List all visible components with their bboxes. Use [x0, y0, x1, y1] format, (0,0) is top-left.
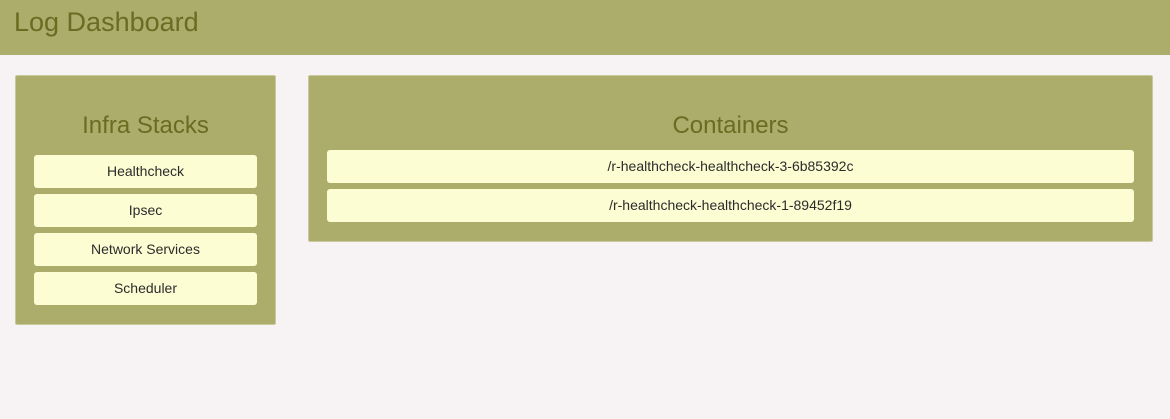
infra-stacks-title: Infra Stacks	[82, 112, 209, 139]
container-item[interactable]: /r-healthcheck-healthcheck-3-6b85392c	[327, 150, 1134, 183]
stack-item-scheduler[interactable]: Scheduler	[34, 272, 257, 305]
infra-stacks-panel: Infra Stacks Healthcheck Ipsec Network S…	[15, 75, 276, 325]
stack-item-ipsec[interactable]: Ipsec	[34, 194, 257, 227]
containers-panel: Containers /r-healthcheck-healthcheck-3-…	[308, 75, 1153, 242]
stack-item-network-services[interactable]: Network Services	[34, 233, 257, 266]
stack-item-healthcheck[interactable]: Healthcheck	[34, 155, 257, 188]
containers-title: Containers	[672, 112, 789, 139]
page-title: Log Dashboard	[14, 7, 199, 37]
app-header: Log Dashboard	[0, 0, 1170, 55]
container-item[interactable]: /r-healthcheck-healthcheck-1-89452f19	[327, 189, 1134, 222]
